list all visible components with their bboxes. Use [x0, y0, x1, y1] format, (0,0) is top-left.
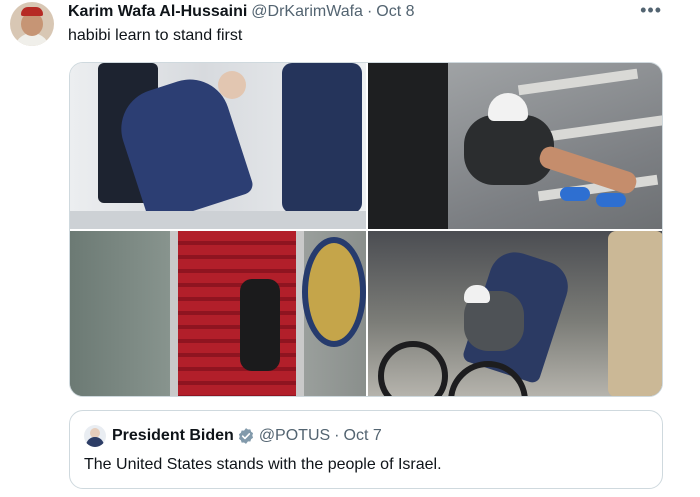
media-photo-3[interactable]	[70, 231, 366, 396]
separator-dot: ·	[334, 427, 340, 444]
verified-badge-icon	[238, 428, 253, 444]
tweet-text: habibi learn to stand first	[68, 27, 243, 44]
photo-floor	[70, 211, 366, 229]
quoted-author-handle[interactable]: @POTUS	[259, 427, 330, 445]
shoe-icon	[596, 193, 626, 207]
avatar-cap	[21, 7, 43, 16]
stair-rail	[170, 231, 178, 396]
quoted-tweet-text: The United States stands with the people…	[84, 456, 442, 473]
figure-on-stairs	[240, 279, 280, 371]
tweet-date[interactable]: Oct 8	[376, 3, 414, 21]
media-photo-1[interactable]	[70, 63, 366, 229]
media-photo-4[interactable]	[368, 231, 662, 396]
figure-right	[608, 231, 662, 396]
presidential-seal-icon	[302, 237, 366, 347]
quoted-tweet-header: President Biden @POTUS · Oct 7	[84, 425, 382, 447]
crowd-shadow	[368, 63, 448, 229]
quoted-tweet[interactable]: President Biden @POTUS · Oct 7 The Unite…	[69, 410, 663, 489]
figure-right	[282, 63, 362, 213]
tweet-header: Karim Wafa Al-Hussaini @DrKarimWafa · Oc…	[68, 1, 415, 23]
avatar-suit	[86, 437, 104, 447]
shoe-icon	[560, 187, 590, 201]
ellipsis-icon[interactable]: •••	[640, 0, 662, 21]
author-handle[interactable]: @DrKarimWafa	[251, 3, 363, 21]
media-photo-2[interactable]	[368, 63, 662, 229]
figure-head	[218, 71, 246, 99]
author-name[interactable]: Karim Wafa Al-Hussaini	[68, 3, 247, 21]
author-avatar[interactable]	[10, 2, 54, 46]
media-grid	[69, 62, 663, 397]
quoted-author-avatar[interactable]	[84, 425, 106, 447]
separator-dot: ·	[366, 3, 373, 20]
quoted-tweet-date[interactable]: Oct 7	[344, 427, 382, 445]
cyclist-body	[464, 115, 554, 185]
helmet-icon	[464, 285, 490, 303]
stair-rail	[296, 231, 304, 396]
tweet[interactable]: Karim Wafa Al-Hussaini @DrKarimWafa · Oc…	[0, 0, 700, 497]
quoted-author-name[interactable]: President Biden	[112, 427, 234, 445]
